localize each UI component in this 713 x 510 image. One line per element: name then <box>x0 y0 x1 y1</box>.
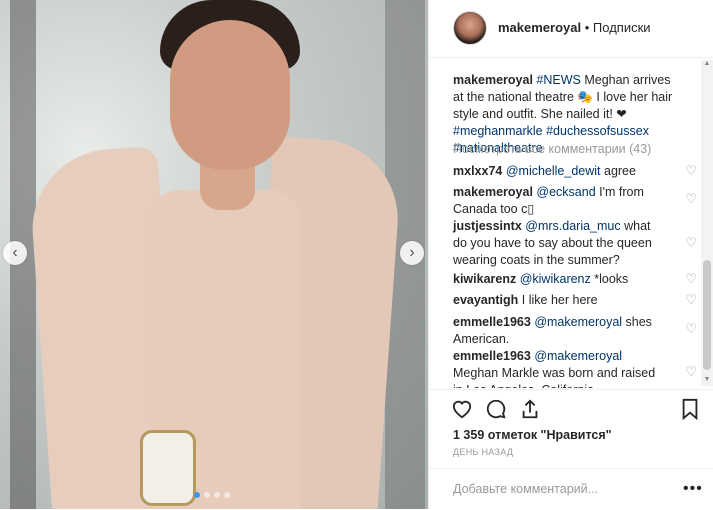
carousel-dot[interactable] <box>204 492 210 498</box>
post-header: makemeroyal • Подписки <box>429 0 713 58</box>
comment-username[interactable]: emmelle1963 <box>453 315 531 329</box>
post-side-panel: makemeroyal • Подписки makemeroyal #NEWS… <box>428 0 713 509</box>
photo-clutch <box>140 430 196 506</box>
comment-username[interactable]: justjessintx <box>453 219 522 233</box>
comment-username[interactable]: kiwikarenz <box>453 272 516 286</box>
comment-like-heart-icon[interactable]: ♡ <box>685 271 697 287</box>
bookmark-icon <box>682 398 698 420</box>
comment-username[interactable]: emmelle1963 <box>453 349 531 363</box>
add-comment-bar: ••• <box>429 468 713 510</box>
comment-text: Meghan Markle was born and raised in Los… <box>453 366 656 388</box>
comment-text: I like her here <box>521 293 598 307</box>
chevron-right-icon: › <box>409 244 415 261</box>
comment-mention[interactable]: @makemeroyal <box>534 349 622 363</box>
add-comment-input[interactable] <box>451 481 655 497</box>
scroll-up-icon[interactable]: ▲ <box>701 60 713 70</box>
header-separator: • <box>581 20 593 35</box>
carousel-prev-button[interactable]: ‹ <box>3 241 27 265</box>
carousel-dot[interactable] <box>214 492 220 498</box>
post-actions <box>429 389 713 428</box>
list-item: emmelle1963 @makemeroyal shes American. <box>453 314 663 348</box>
comment-text: *looks <box>590 272 629 286</box>
list-item: emmelle1963 @makemeroyal Meghan Markle w… <box>453 348 663 388</box>
comment-mention[interactable]: @mrs.daria_muc <box>525 219 620 233</box>
list-item: mxlxx74 @michelle_dewit agree <box>453 163 663 180</box>
comment-username[interactable]: makemeroyal <box>453 185 533 199</box>
comment-like-heart-icon[interactable]: ♡ <box>685 235 697 251</box>
carousel-dot[interactable] <box>224 492 230 498</box>
scroll-down-icon[interactable]: ▼ <box>701 376 713 386</box>
comment-like-heart-icon[interactable]: ♡ <box>685 292 697 308</box>
carousel-next-button[interactable]: › <box>400 241 424 265</box>
comment-mention[interactable]: @kiwikarenz <box>520 272 591 286</box>
carousel-dots <box>194 492 230 498</box>
chevron-left-icon: ‹ <box>12 244 18 261</box>
comment-like-heart-icon[interactable]: ♡ <box>685 163 697 179</box>
heart-icon <box>452 400 472 419</box>
carousel-dot[interactable] <box>194 492 200 498</box>
list-item: evayantigh I like her here <box>453 292 663 309</box>
more-options-icon[interactable]: ••• <box>683 480 703 498</box>
likes-count[interactable]: 1 359 отметок "Нравится" <box>453 428 612 442</box>
following-button[interactable]: Подписки <box>593 20 651 35</box>
comment-like-heart-icon[interactable]: ♡ <box>685 364 697 380</box>
comments-scrollbar[interactable]: ▲ ▼ <box>701 60 713 386</box>
comment-icon <box>486 399 506 419</box>
avatar[interactable] <box>453 11 487 45</box>
comments-list: makemeroyal #NEWS Meghan arrives at the … <box>429 58 699 388</box>
scroll-thumb[interactable] <box>703 260 711 370</box>
caption-username[interactable]: makemeroyal <box>453 73 533 87</box>
like-button[interactable] <box>449 396 475 422</box>
comment-username[interactable]: mxlxx74 <box>453 164 502 178</box>
share-button[interactable] <box>517 396 543 422</box>
comment-like-heart-icon[interactable]: ♡ <box>685 321 697 337</box>
list-item: kiwikarenz @kiwikarenz *looks <box>453 271 663 288</box>
comment-mention[interactable]: @ecksand <box>536 185 595 199</box>
comment-mention[interactable]: @michelle_dewit <box>506 164 601 178</box>
share-icon <box>522 399 538 419</box>
header-username[interactable]: makemeroyal <box>498 20 581 35</box>
view-all-comments-link[interactable]: Посмотреть все комментарии (43) <box>453 142 651 156</box>
comment-username[interactable]: evayantigh <box>453 293 518 307</box>
save-button[interactable] <box>677 396 703 422</box>
list-item: makemeroyal @ecksand I'm from Canada too… <box>453 184 663 218</box>
comment-like-heart-icon[interactable]: ♡ <box>685 191 697 207</box>
post-timestamp[interactable]: ДЕНЬ НАЗАД <box>453 447 513 457</box>
comment-button[interactable] <box>483 396 509 422</box>
header-text: makemeroyal • Подписки <box>498 20 651 35</box>
list-item: justjessintx @mrs.daria_muc what do you … <box>453 218 663 269</box>
comment-mention[interactable]: @makemeroyal <box>534 315 622 329</box>
comment-text: agree <box>600 164 636 178</box>
photo-face <box>170 20 290 170</box>
post-photo[interactable] <box>0 0 428 509</box>
hashtag-link[interactable]: #NEWS <box>536 73 580 87</box>
